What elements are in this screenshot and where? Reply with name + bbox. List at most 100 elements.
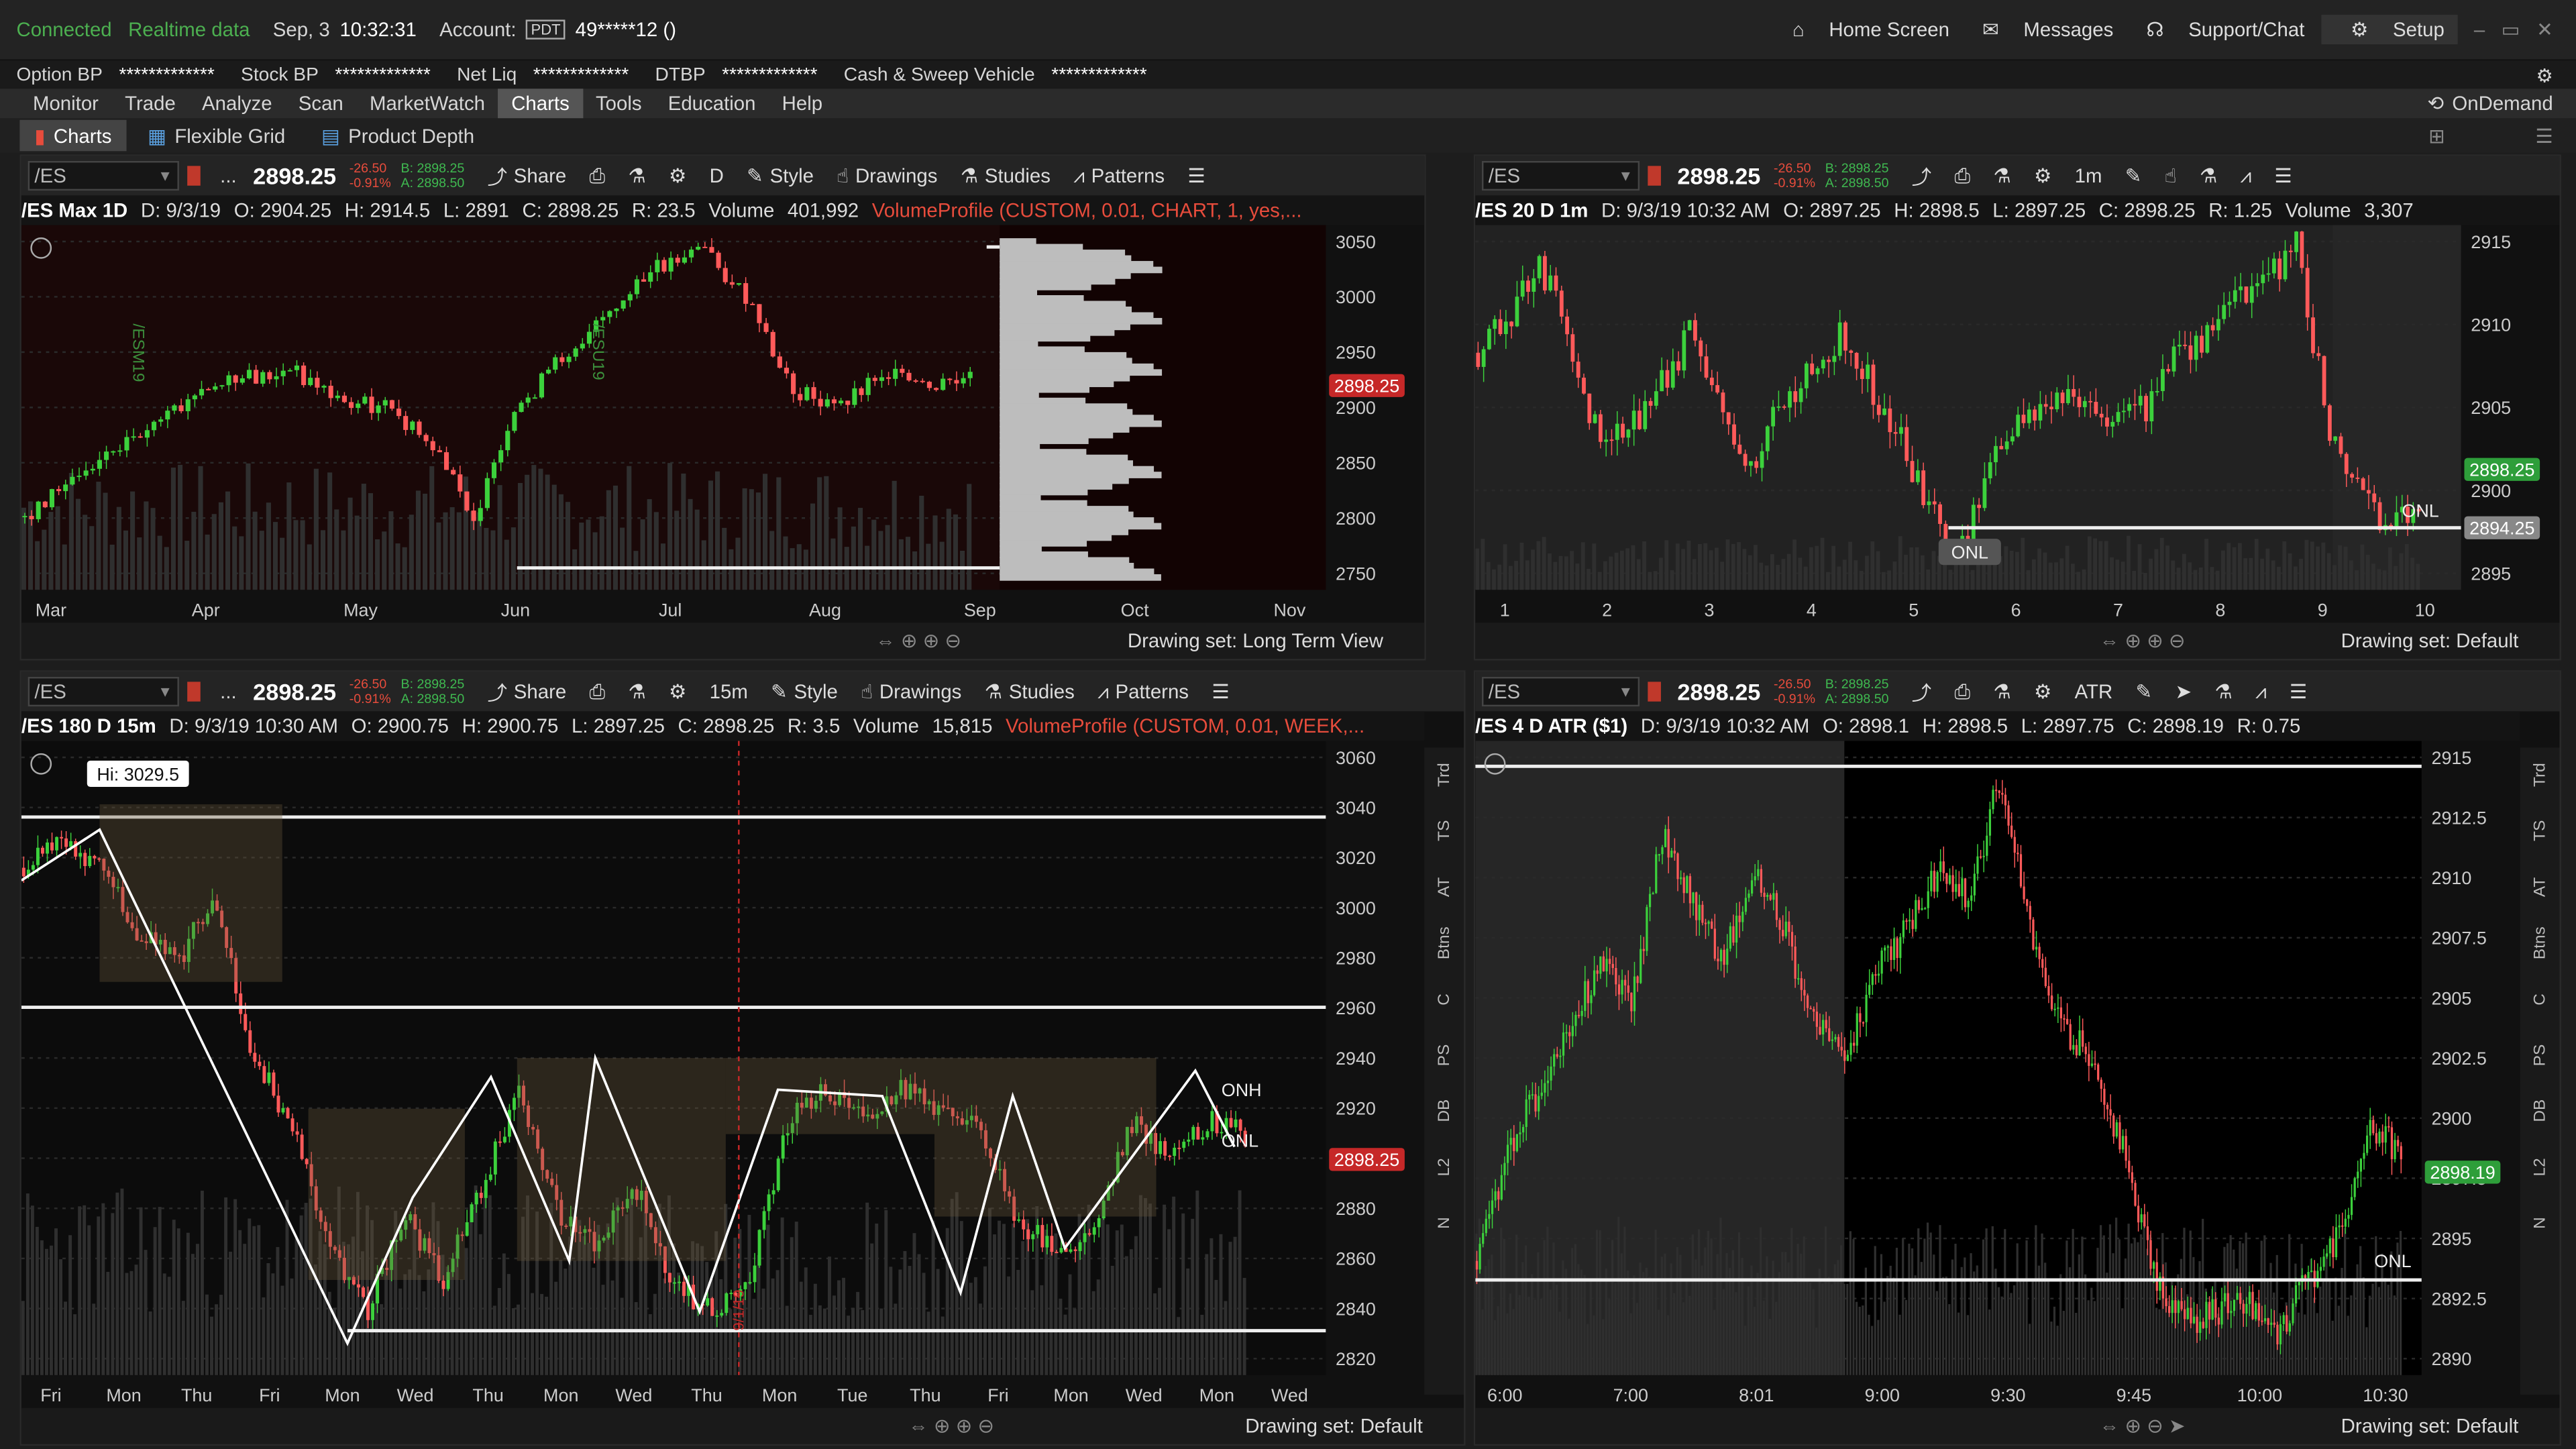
tab-db[interactable]: DB bbox=[1435, 1083, 1453, 1138]
account-selector[interactable]: 49*****12 () bbox=[576, 18, 676, 41]
style-icon[interactable]: ✎ bbox=[2125, 164, 2142, 187]
menu-education[interactable]: Education bbox=[655, 89, 769, 118]
menu-monitor[interactable]: Monitor bbox=[19, 89, 111, 118]
share-button[interactable]: ⤴ Share bbox=[488, 162, 567, 190]
menu-icon[interactable]: ☰ bbox=[1212, 680, 1229, 703]
share-button[interactable]: ⤴ Share bbox=[488, 678, 567, 706]
patterns-icon[interactable]: ⩘ bbox=[2241, 164, 2252, 189]
tab-c[interactable]: C bbox=[2531, 971, 2549, 1026]
share-icon[interactable]: ⤴ bbox=[1912, 678, 1931, 706]
gear-icon[interactable]: ⚙ bbox=[2034, 680, 2051, 703]
studies-button[interactable]: ⚗ Studies bbox=[985, 680, 1075, 703]
patterns-icon[interactable]: ⩘ bbox=[2255, 680, 2267, 704]
subtab-charts[interactable]: ▮ Charts bbox=[19, 119, 127, 152]
aggregation-button[interactable]: 1m bbox=[2075, 164, 2102, 187]
menu-icon[interactable]: ☰ bbox=[2290, 680, 2307, 703]
tab-trade[interactable]: Trd bbox=[1435, 747, 1453, 803]
tab-news[interactable]: N bbox=[1435, 1194, 1453, 1250]
tab-c[interactable]: C bbox=[1435, 971, 1453, 1026]
aggregation-button[interactable]: D bbox=[710, 164, 724, 187]
subtab-flexible-grid[interactable]: ▦ Flexible Grid bbox=[133, 120, 300, 152]
style-icon[interactable]: ✎ bbox=[2136, 680, 2153, 703]
flask-icon[interactable]: ⚗ bbox=[2214, 680, 2232, 703]
drawings-button[interactable]: ☝ Drawings bbox=[861, 680, 961, 703]
patterns-button[interactable]: ⩘ Patterns bbox=[1097, 680, 1189, 704]
tab-level2[interactable]: L2 bbox=[2531, 1138, 2549, 1194]
patterns-button[interactable]: ⩘ Patterns bbox=[1073, 164, 1165, 189]
menu-tools[interactable]: Tools bbox=[582, 89, 655, 118]
ondemand-button[interactable]: ⟲ OnDemand bbox=[2428, 92, 2553, 115]
drawing-set-label[interactable]: Drawing set: Default bbox=[2341, 1415, 2519, 1438]
tab-db[interactable]: DB bbox=[2531, 1083, 2549, 1138]
flask-icon[interactable]: ⚗ bbox=[628, 680, 645, 703]
snapshot-icon[interactable]: ⎙ bbox=[590, 680, 606, 704]
home-screen-button[interactable]: ⌂ Home Screen bbox=[1776, 18, 1949, 41]
studies-button[interactable]: ⚗ Studies bbox=[961, 164, 1051, 187]
support-chat-button[interactable]: ☊ Support/Chat bbox=[2130, 18, 2304, 41]
snapshot-icon[interactable]: ⎙ bbox=[590, 164, 606, 189]
drawing-set-label[interactable]: Drawing set: Default bbox=[1245, 1415, 1423, 1438]
gear-icon[interactable]: ⚙ bbox=[669, 164, 686, 187]
chart-canvas[interactable]: 3050300029502900285028002750Mar Apr May Jun… bbox=[21, 225, 1426, 627]
tab-active-trader[interactable]: AT bbox=[1435, 859, 1453, 915]
menu-icon[interactable]: ☰ bbox=[2274, 164, 2292, 187]
hand-icon[interactable]: ☝ bbox=[2165, 164, 2177, 187]
menu-trade[interactable]: Trade bbox=[112, 89, 189, 118]
chart-canvas[interactable]: 29152912.529102907.529052902.529002897.5… bbox=[1475, 741, 2523, 1411]
gear-icon[interactable]: ⚙ bbox=[2034, 164, 2051, 187]
chart-canvas[interactable]: 3060304030203000298029602940292029002880… bbox=[21, 741, 1428, 1411]
cursor-icon[interactable]: ➤ bbox=[2175, 680, 2192, 703]
tab-ps[interactable]: PS bbox=[1435, 1027, 1453, 1083]
style-button[interactable]: ✎ Style bbox=[771, 680, 838, 703]
drawing-set-label[interactable]: Drawing set: Long Term View bbox=[1128, 629, 1383, 652]
tab-active-trader[interactable]: AT bbox=[2531, 859, 2549, 915]
symbol-input[interactable]: /ES ▼ bbox=[28, 161, 179, 191]
gear-icon[interactable]: ⚙ bbox=[669, 680, 686, 703]
menu-help[interactable]: Help bbox=[769, 89, 836, 118]
symbol-input[interactable]: /ES ▼ bbox=[28, 676, 179, 707]
messages-button[interactable]: ✉ Messages bbox=[1966, 18, 2113, 41]
scroll-handle[interactable]: ⇔ ⊕ ⊕ ⊖ bbox=[875, 629, 961, 652]
flask-icon[interactable]: ⚗ bbox=[2200, 164, 2217, 187]
tab-buttons[interactable]: Btns bbox=[1435, 915, 1453, 971]
menu-icon[interactable]: ☰ bbox=[2535, 124, 2553, 147]
menu-icon[interactable]: ☰ bbox=[1187, 164, 1205, 187]
close-button[interactable]: ✕ bbox=[2536, 18, 2553, 41]
tab-time-sales[interactable]: TS bbox=[1435, 804, 1453, 859]
symbol-input[interactable]: /ES ▼ bbox=[1481, 161, 1640, 191]
more-button[interactable]: ... bbox=[220, 680, 237, 703]
snapshot-icon[interactable]: ⎙ bbox=[1955, 680, 1971, 704]
flask-icon[interactable]: ⚗ bbox=[1993, 164, 2010, 187]
drawing-set-label[interactable]: Drawing set: Default bbox=[2341, 629, 2519, 652]
menu-analyze[interactable]: Analyze bbox=[189, 89, 285, 118]
tab-time-sales[interactable]: TS bbox=[2531, 804, 2549, 859]
share-icon[interactable]: ⤴ bbox=[1912, 162, 1931, 190]
menu-charts[interactable]: Charts bbox=[498, 89, 583, 119]
scroll-handle[interactable]: ⇔ ⊕ ⊕ ⊖ bbox=[2100, 629, 2186, 652]
tab-buttons[interactable]: Btns bbox=[2531, 915, 2549, 971]
style-button[interactable]: ✎ Style bbox=[747, 164, 814, 187]
minimize-button[interactable]: – bbox=[2474, 18, 2485, 41]
tab-ps[interactable]: PS bbox=[2531, 1027, 2549, 1083]
tab-news[interactable]: N bbox=[2531, 1194, 2549, 1250]
tab-level2[interactable]: L2 bbox=[1435, 1138, 1453, 1194]
grid-layout-icon[interactable]: ⊞ bbox=[2428, 124, 2445, 147]
aggregation-button[interactable]: ATR bbox=[2075, 680, 2113, 703]
chart-canvas[interactable]: 291529102905290028951 2 3 4 5 6 7 8 9 10ONL2898.2… bbox=[1475, 225, 2561, 627]
symbol-input[interactable]: /ES ▼ bbox=[1481, 676, 1640, 707]
gear-icon[interactable]: ⚙ bbox=[2536, 63, 2553, 86]
scroll-handle[interactable]: ⇔ ⊕ ⊖ ➤ bbox=[2100, 1415, 2186, 1438]
flask-icon[interactable]: ⚗ bbox=[1993, 680, 2010, 703]
menu-scan[interactable]: Scan bbox=[285, 89, 356, 118]
setup-button[interactable]: ⚙ Setup bbox=[2320, 15, 2458, 45]
maximize-button[interactable]: ▭ bbox=[2502, 18, 2520, 41]
scroll-handle[interactable]: ⇔ ⊕ ⊕ ⊖ bbox=[908, 1415, 994, 1438]
snapshot-icon[interactable]: ⎙ bbox=[1955, 164, 1971, 189]
tab-trade[interactable]: Trd bbox=[2531, 747, 2549, 803]
more-button[interactable]: ... bbox=[220, 164, 237, 187]
menu-marketwatch[interactable]: MarketWatch bbox=[356, 89, 498, 118]
subtab-product-depth[interactable]: ▤ Product Depth bbox=[307, 120, 489, 152]
drawings-button[interactable]: ☝ Drawings bbox=[837, 164, 937, 187]
flask-icon[interactable]: ⚗ bbox=[628, 164, 645, 187]
aggregation-button[interactable]: 15m bbox=[710, 680, 748, 703]
